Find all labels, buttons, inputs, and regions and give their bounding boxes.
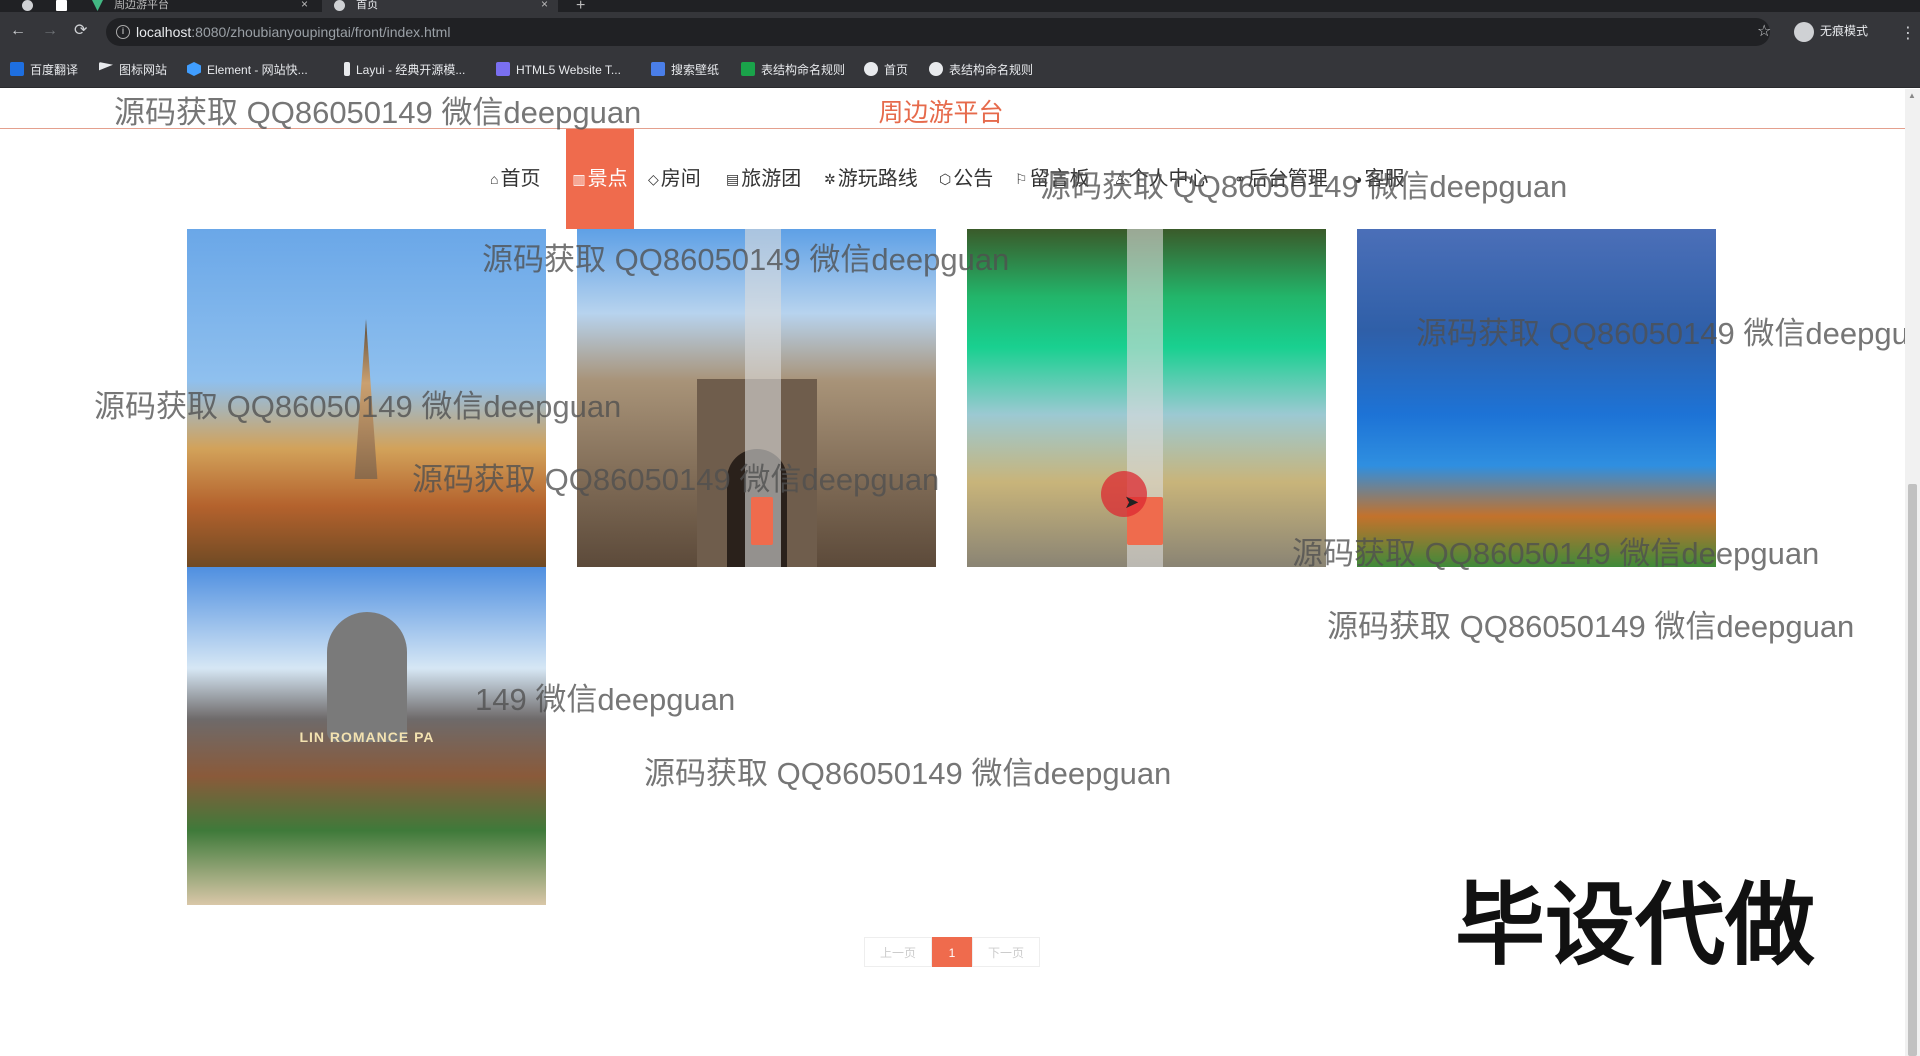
bookmark-item[interactable]: 表结构命名规则 [929,62,1033,78]
scenic-card-image[interactable]: LIN ROMANCE PA [187,567,546,905]
page-viewport: 周边游平台 ⌂ 首页 ▥ 景点 ◇ 房间 ▤ 旅游团 ✲ 游玩路线 ⬡ 公告 ⚐ 留言板 ♙ 个… [0,89,1920,1056]
nav-label: 景点 [587,168,628,190]
watermark-text: 源码获取 QQ86050149 微信deepguan [114,95,642,130]
scenic-card-image[interactable] [577,229,936,567]
mouse-cursor-icon: ➤ [1124,492,1140,512]
park-sign-text: LIN ROMANCE PA [299,729,435,745]
watermark-text: 源码获取 QQ86050149 微信deepguan [94,389,622,424]
close-tab-icon[interactable]: × [301,0,308,10]
vue-icon [92,0,103,11]
bookmark-item[interactable]: HTML5 Website T... [496,62,621,78]
calendar-icon: ▤ [726,171,740,187]
nav-label: 旅游团 [741,168,802,190]
bookmark-label: 首页 [884,63,909,77]
nav-item-routes[interactable]: ✲ 游玩路线 [824,129,918,229]
nav-item-home[interactable]: ⌂ 首页 [490,129,540,229]
nav-label: 游玩路线 [837,168,918,190]
square-icon [56,0,67,11]
browser-tab[interactable]: 周边游平台 × [92,0,318,12]
nav-label: 公告 [953,168,994,190]
bookmarks-bar: 百度翻译 图标网站 Element - 网站快... Layui - 经典开源模… [0,52,1920,88]
bookmark-label: 表结构命名规则 [949,63,1034,77]
tag-icon: ◇ [648,171,659,187]
nav-label: 首页 [500,168,541,190]
globe-icon [929,62,943,76]
flag-icon: ⚐ [1015,171,1028,187]
watermark-text: 源码获取 QQ86050149 微信deepguan [1327,609,1855,644]
info-icon[interactable]: i [116,25,130,39]
globe-icon [334,0,345,11]
watermark-text: 源码获取 QQ86050149 微信deepguan [1040,169,1568,204]
more-menu-icon[interactable]: ⋮ [1900,23,1916,43]
incognito-indicator[interactable]: 无痕模式 [1794,21,1868,42]
bookmark-label: HTML5 Website T... [516,63,621,77]
forward-button[interactable]: → [42,23,58,39]
back-button[interactable]: ← [10,23,26,39]
bookmark-item[interactable]: 首页 [864,62,908,78]
scenic-icon: ▥ [572,171,586,187]
bookmark-item[interactable]: 搜索壁纸 [651,62,719,78]
bookmark-label: 图标网站 [119,63,168,77]
globe-icon [864,62,878,76]
bookmark-star-icon[interactable]: ☆ [1757,21,1771,41]
nav-label: 房间 [660,168,701,190]
sheet-icon [741,62,755,76]
bookmark-item[interactable]: 图标网站 [99,62,167,78]
page-1-button[interactable]: 1 [932,937,972,967]
prev-page-button[interactable]: 上一页 [864,937,932,967]
window-icon [56,0,67,12]
tab-title: 首页 [356,0,379,11]
incognito-label: 无痕模式 [1820,24,1869,38]
scenic-card-image[interactable] [967,229,1326,567]
watermark-text: 源码获取 QQ86050149 微信deepguan [1292,536,1820,571]
reload-button[interactable]: ⟳ [74,23,87,39]
bookmark-item[interactable]: 表结构命名规则 [741,62,845,78]
nav-item-tour-groups[interactable]: ▤ 旅游团 [726,129,801,229]
flag-icon [99,62,113,71]
layui-icon [344,62,350,76]
gear-icon: ✲ [824,171,836,187]
bookmark-item[interactable]: Element - 网站快... [187,62,308,78]
close-tab-icon[interactable]: × [541,0,548,10]
tab-title: 周边游平台 [114,0,170,11]
box-icon: ⬡ [939,171,952,187]
watermark-text: 149 微信deepguan [475,682,736,717]
bookmark-label: Element - 网站快... [207,63,308,77]
address-bar[interactable]: i localhost:8080/zhoubianyoupingtai/fron… [106,18,1770,46]
statue-shape [327,612,407,742]
watermark-text: 源码获取 QQ86050149 微信deepgua [1416,316,1920,351]
element-icon [187,62,201,76]
html5-icon [496,62,510,76]
bookmark-label: Layui - 经典开源模... [356,63,466,77]
bookmark-label: 百度翻译 [30,63,79,77]
bookmark-label: 搜索壁纸 [671,63,720,77]
translate-icon [10,62,24,76]
incognito-icon [1794,21,1814,42]
home-icon: ⌂ [490,171,499,187]
watermark-text: 源码获取 QQ86050149 微信deepguan [644,756,1172,791]
window-icon [22,0,52,12]
bookmark-label: 表结构命名规则 [761,63,846,77]
scrollbar-thumb[interactable] [1908,484,1917,1056]
url-path: :8080/zhoubianyoupingtai/front/index.htm… [191,24,451,40]
hover-tab[interactable] [751,497,773,545]
u-icon [651,62,665,76]
url-host: localhost [136,24,192,40]
globe-icon [22,0,33,11]
nav-item-notices[interactable]: ⬡ 公告 [939,129,993,229]
watermark-text: 源码获取 QQ86050149 微信deepguan [482,242,1010,277]
promo-big-text: 毕设代做 [1455,876,1815,976]
scenic-card-image[interactable] [1357,229,1716,567]
page-scrollbar[interactable]: ▲ [1905,89,1920,1056]
next-page-button[interactable]: 下一页 [972,937,1040,967]
scroll-up-icon[interactable]: ▲ [1908,91,1916,100]
bookmark-item[interactable]: Layui - 经典开源模... [344,62,465,78]
browser-tab-strip: 周边游平台 × 首页 × + [0,0,1920,14]
toolbar: ← → ⟳ i localhost:8080/zhoubianyoupingta… [0,12,1920,52]
nav-item-scenic[interactable]: ▥ 景点 [566,129,634,229]
nav-item-rooms[interactable]: ◇ 房间 [648,129,701,229]
watermark-text: 源码获取 QQ86050149 微信deepguan [412,462,940,497]
bookmark-item[interactable]: 百度翻译 [10,62,78,78]
browser-tab-active[interactable]: 首页 × [322,0,558,12]
